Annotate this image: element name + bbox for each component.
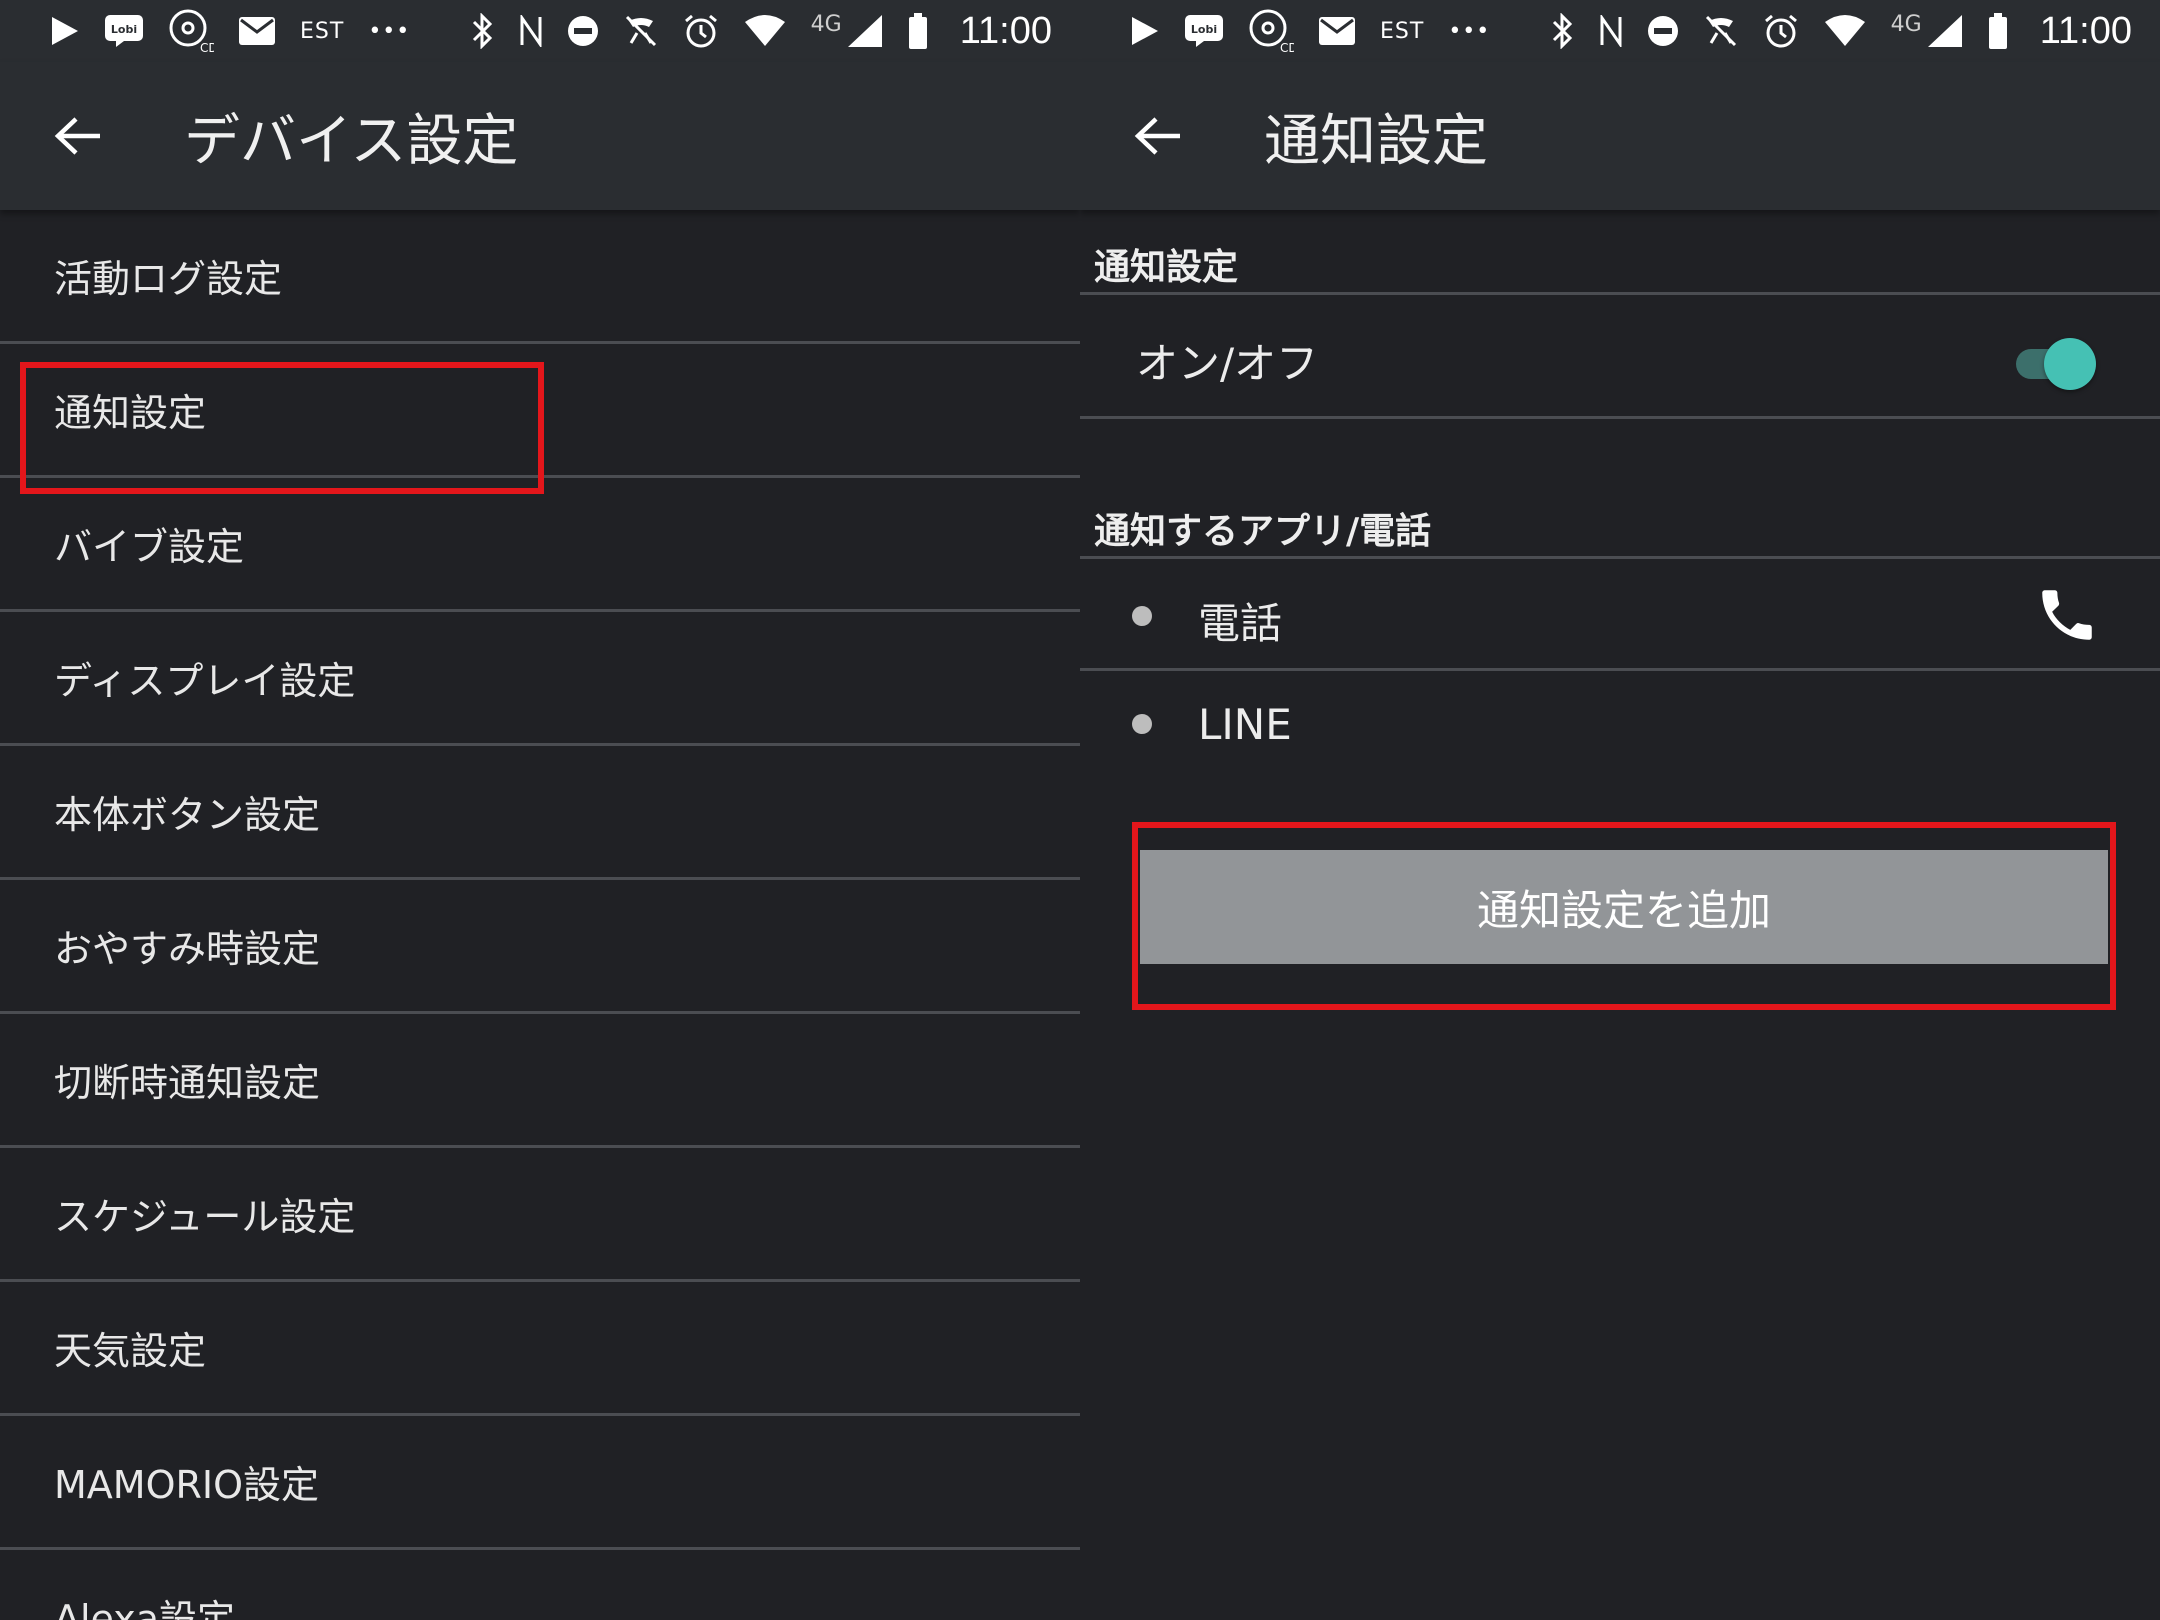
wifi-icon xyxy=(1823,11,1867,51)
section-header-apps: 通知するアプリ/電話 xyxy=(1094,511,1432,552)
svg-text:Lobi: Lobi xyxy=(1191,23,1217,36)
nfc-icon xyxy=(1599,11,1623,51)
clock: 11:00 xyxy=(959,9,1052,52)
status-bar: Lobi CD EST ••• 4G 11:00 xyxy=(0,0,1080,62)
arrow-back-icon xyxy=(54,117,100,155)
overflow-icon: ••• xyxy=(1448,18,1491,44)
section-header-notification: 通知設定 xyxy=(1094,247,1239,288)
vibrate-off-icon xyxy=(623,11,659,51)
cd-icon: CD xyxy=(168,9,214,54)
page-title: デバイス設定 xyxy=(184,108,519,174)
play-icon xyxy=(1130,11,1160,51)
bluetooth-icon xyxy=(471,11,495,51)
app-row-phone[interactable]: 電話 xyxy=(1080,560,2160,670)
settings-item-mamorio[interactable]: MAMORIO設定 xyxy=(0,1416,1080,1550)
settings-item-display[interactable]: ディスプレイ設定 xyxy=(0,612,1080,746)
phone-icon xyxy=(2042,590,2092,640)
highlight-box xyxy=(20,362,544,494)
alarm-icon xyxy=(1763,11,1799,51)
carrier-label: EST xyxy=(300,18,345,44)
divider xyxy=(1080,292,2160,295)
status-bar: Lobi CD EST ••• 4G 11:00 xyxy=(1080,0,2160,62)
settings-item-sleep[interactable]: おやすみ時設定 xyxy=(0,880,1080,1014)
divider xyxy=(1080,668,2160,671)
divider xyxy=(1080,416,2160,419)
mail-icon xyxy=(238,11,276,51)
app-label: 電話 xyxy=(1198,599,1283,648)
svg-text:Lobi: Lobi xyxy=(111,23,137,36)
page-title: 通知設定 xyxy=(1264,108,1488,174)
bullet-icon xyxy=(1132,606,1152,626)
clock: 11:00 xyxy=(2039,9,2132,52)
mail-icon xyxy=(1318,11,1356,51)
settings-item-vibration[interactable]: バイブ設定 xyxy=(0,478,1080,612)
app-bar: 通知設定 xyxy=(1080,62,2160,210)
back-button[interactable] xyxy=(38,96,118,176)
settings-item-device-button[interactable]: 本体ボタン設定 xyxy=(0,746,1080,880)
wifi-icon xyxy=(743,11,787,51)
svg-text:CD: CD xyxy=(1280,41,1294,54)
nfc-icon xyxy=(519,11,543,51)
alarm-icon xyxy=(683,11,719,51)
cd-icon: CD xyxy=(1248,9,1294,54)
settings-item-activity-log[interactable]: 活動ログ設定 xyxy=(0,210,1080,344)
toggle-thumb xyxy=(2044,338,2096,390)
network-type: 4G xyxy=(1890,11,1922,37)
dnd-icon xyxy=(1647,11,1679,51)
network-type: 4G xyxy=(810,11,842,37)
divider xyxy=(1080,556,2160,559)
app-row-line[interactable]: LINE xyxy=(1080,672,2160,782)
app-bar: デバイス設定 xyxy=(0,62,1080,210)
svg-text:CD: CD xyxy=(200,41,214,54)
bluetooth-icon xyxy=(1551,11,1575,51)
settings-item-disconnect-notification[interactable]: 切断時通知設定 xyxy=(0,1014,1080,1148)
settings-item-weather[interactable]: 天気設定 xyxy=(0,1282,1080,1416)
notification-settings-screen: Lobi CD EST ••• 4G 11:00 通知設定 通知設定 オン/オフ… xyxy=(1080,0,2160,1620)
overflow-icon: ••• xyxy=(368,18,411,44)
bullet-icon xyxy=(1132,714,1152,734)
battery-icon xyxy=(908,11,928,51)
lobi-icon: Lobi xyxy=(1184,11,1224,51)
lobi-icon: Lobi xyxy=(104,11,144,51)
arrow-back-icon xyxy=(1134,117,1180,155)
settings-item-schedule[interactable]: スケジュール設定 xyxy=(0,1148,1080,1282)
carrier-label: EST xyxy=(1380,18,1425,44)
play-icon xyxy=(50,11,80,51)
app-label: LINE xyxy=(1198,700,1292,749)
vibrate-off-icon xyxy=(1703,11,1739,51)
signal-icon xyxy=(846,11,884,51)
device-settings-screen: Lobi CD EST ••• 4G 11:00 デバイス設定 活動ログ設定 通… xyxy=(0,0,1080,1620)
back-button[interactable] xyxy=(1118,96,1198,176)
dnd-icon xyxy=(567,11,599,51)
battery-icon xyxy=(1988,11,2008,51)
signal-icon xyxy=(1926,11,1964,51)
highlight-box xyxy=(1132,822,2116,1010)
settings-item-alexa[interactable]: Alexa設定 xyxy=(0,1550,1080,1620)
toggle-label: オン/オフ xyxy=(1136,339,1319,388)
notification-toggle[interactable] xyxy=(2016,336,2100,390)
